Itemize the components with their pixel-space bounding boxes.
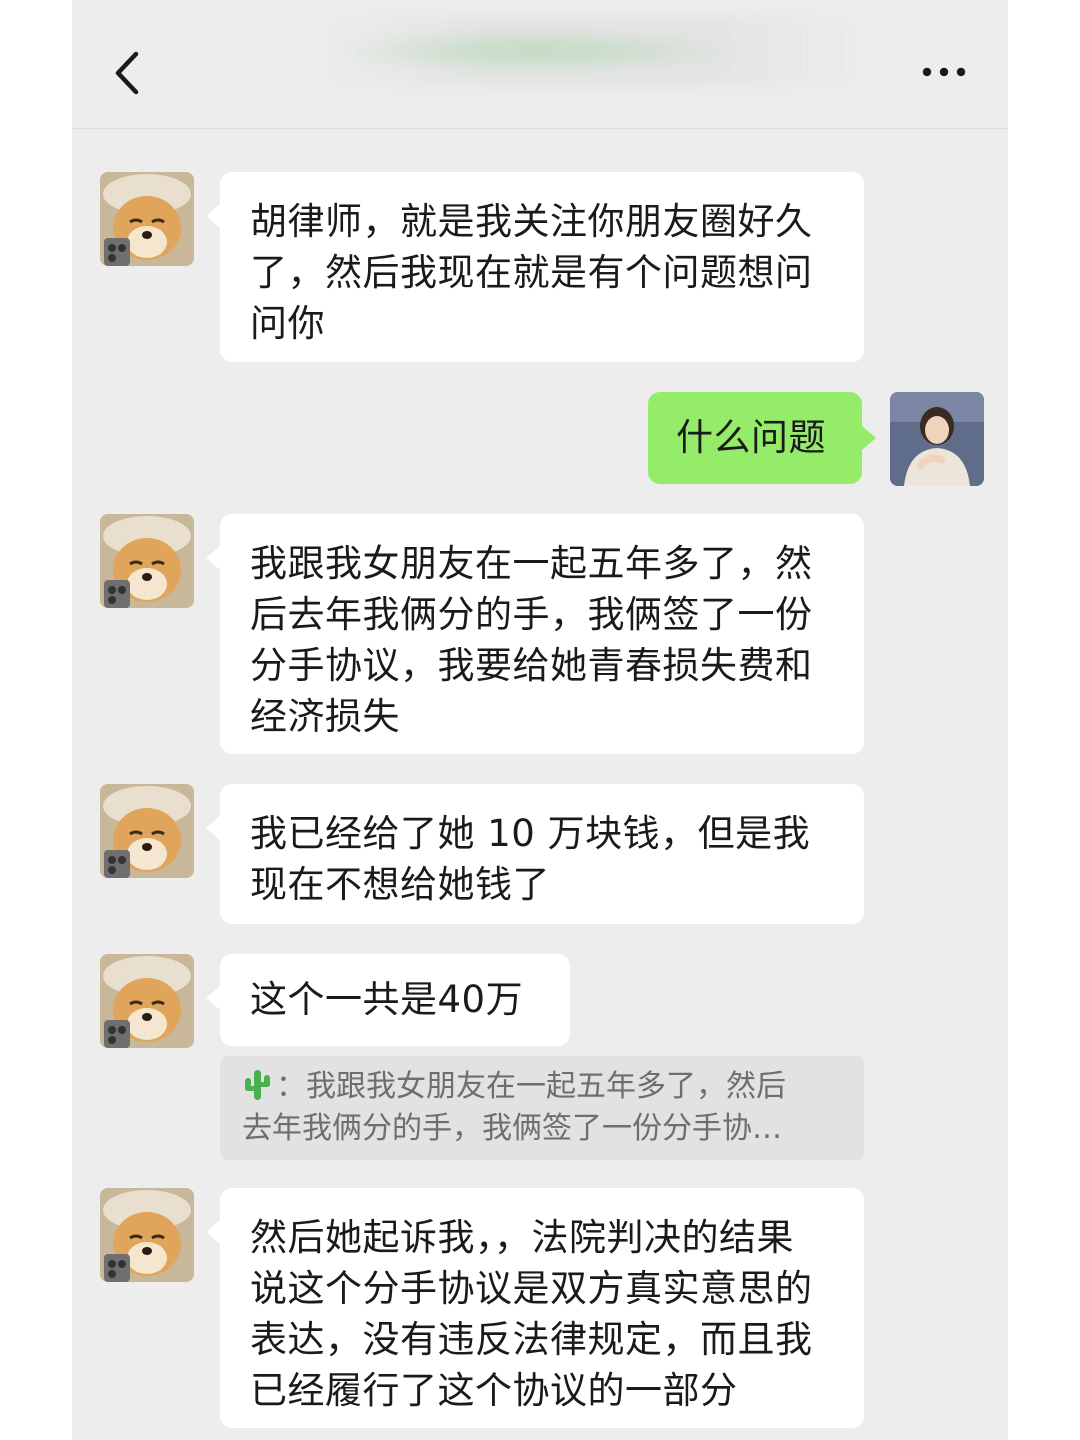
message-bubble[interactable]: 然后她起诉我，，法院判决的结果 说这个分手协议是双方真实意思的 表达，没有违反法… — [206, 1188, 864, 1428]
avatar-other[interactable] — [100, 954, 194, 1048]
message-bubble[interactable]: 我已经给了她 10 万块钱，但是我 现在不想给她钱了 — [206, 784, 864, 924]
dog-avatar-icon — [100, 514, 194, 608]
avatar-other[interactable] — [100, 1188, 194, 1282]
message-line: 我已经给了她 10 万块钱，但是我 — [250, 812, 811, 855]
message-bubble[interactable]: 我跟我女朋友在一起五年多了，然 后去年我俩分的手，我俩签了一份 分手协议，我要给… — [206, 514, 864, 754]
dog-avatar-icon — [100, 1188, 194, 1282]
more-button[interactable] — [922, 62, 966, 82]
message-line: 什么问题 — [676, 416, 826, 459]
avatar-self[interactable] — [890, 392, 984, 486]
chevron-left-icon — [115, 51, 139, 95]
message-line: 胡律师，就是我关注你朋友圈好久 — [250, 200, 813, 243]
chat-header — [72, 0, 1008, 129]
chat-title-blurred — [312, 16, 872, 86]
message-line: 了，然后我现在就是有个问题想问 — [250, 251, 813, 294]
avatar-other[interactable] — [100, 784, 194, 878]
dog-avatar-icon — [100, 172, 194, 266]
back-button[interactable] — [108, 48, 148, 98]
message-line: 后去年我俩分的手，我俩签了一份 — [250, 593, 813, 636]
message-line: 说这个分手协议是双方真实意思的 — [250, 1267, 813, 1310]
avatar-other[interactable] — [100, 514, 194, 608]
message-line: 我跟我女朋友在一起五年多了，然 — [250, 542, 813, 585]
quoted-message[interactable]: ：我跟我女朋友在一起五年多了，然后 去年我俩分的手，我俩签了一份分手协… — [220, 1056, 864, 1160]
lawyer-avatar-icon — [890, 392, 984, 486]
message-bubble-self[interactable]: 什么问题 — [648, 392, 876, 484]
dog-avatar-icon — [100, 784, 194, 878]
quote-text: 我跟我女朋友在一起五年多了，然后 — [306, 1069, 786, 1104]
message-line: 分手协议，我要给她青春损失费和 — [250, 644, 813, 687]
message-line: 现在不想给她钱了 — [250, 863, 550, 906]
message-bubble[interactable]: 这个一共是40万 — [206, 954, 570, 1046]
message-line: 已经履行了这个协议的一部分 — [250, 1369, 738, 1412]
message-line: 经济损失 — [250, 695, 400, 738]
message-line: 问你 — [250, 302, 325, 345]
message-line: 这个一共是40万 — [250, 978, 524, 1021]
cactus-icon — [242, 1068, 272, 1102]
quote-line: ：我跟我女朋友在一起五年多了，然后 — [242, 1066, 842, 1108]
chat-screen: 胡律师，就是我关注你朋友圈好久 了，然后我现在就是有个问题想问 问你 什么问题 — [72, 0, 1008, 1440]
quote-separator: ： — [276, 1069, 306, 1104]
more-dots-icon — [922, 67, 966, 77]
message-line: 然后她起诉我，，法院判决的结果 — [250, 1216, 794, 1259]
avatar-other[interactable] — [100, 172, 194, 266]
quote-line: 去年我俩分的手，我俩签了一份分手协… — [242, 1111, 782, 1146]
message-bubble[interactable]: 胡律师，就是我关注你朋友圈好久 了，然后我现在就是有个问题想问 问你 — [206, 172, 864, 362]
dog-avatar-icon — [100, 954, 194, 1048]
message-line: 表达，没有违反法律规定，而且我 — [250, 1318, 813, 1361]
